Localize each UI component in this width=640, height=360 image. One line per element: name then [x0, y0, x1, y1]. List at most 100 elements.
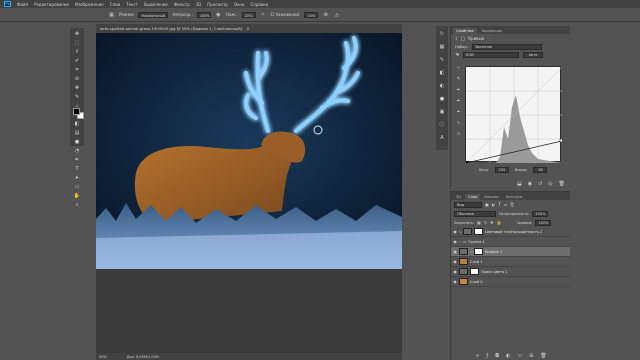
layer-opacity-field[interactable]: 100%: [532, 210, 549, 217]
trash-icon[interactable]: 🗑: [540, 353, 546, 359]
layers-icon[interactable]: ◧: [438, 69, 446, 76]
menu-image[interactable]: Изображение: [75, 2, 104, 7]
reset-icon[interactable]: ↺: [538, 181, 542, 187]
document-tab[interactable]: deer-spotted-animal-grass-1903045.jpg @ …: [96, 24, 402, 33]
shape-tool-icon[interactable]: ▭: [73, 184, 81, 191]
menu-edit[interactable]: Редактирование: [34, 2, 69, 7]
menu-view[interactable]: Просмотр: [207, 2, 228, 7]
black-point-icon[interactable]: ✒: [455, 88, 462, 94]
lock-all-icon[interactable]: 🔒: [497, 220, 502, 225]
tab-3d[interactable]: 3D: [453, 194, 464, 200]
eye-icon[interactable]: ◉: [451, 269, 459, 274]
lock-pixels-icon[interactable]: ▦: [477, 220, 481, 225]
swatches-icon[interactable]: ▦: [438, 43, 446, 50]
preset-select[interactable]: Заказная: [471, 44, 542, 50]
marquee-tool-icon[interactable]: ⬚: [73, 40, 81, 47]
menu-layer[interactable]: Слои: [110, 2, 120, 7]
lock-position-icon[interactable]: ✥: [490, 220, 493, 225]
eye-icon[interactable]: ◉: [451, 239, 459, 244]
trash-icon[interactable]: 🗑: [559, 181, 565, 187]
zoom-level[interactable]: 50%: [99, 355, 107, 359]
auto-button[interactable]: Авто: [523, 52, 544, 58]
hand-tool-icon[interactable]: ✋: [73, 193, 81, 200]
hand-icon[interactable]: ☚: [455, 53, 459, 58]
history-icon[interactable]: ↻: [438, 30, 446, 37]
tab-properties[interactable]: Свойства: [453, 28, 477, 34]
foreground-color-swatch[interactable]: [73, 108, 80, 115]
layer-row[interactable]: ◉ ↳ Цветовой тон/Насыщенность 2: [451, 227, 570, 237]
fill-field[interactable]: 100%: [535, 219, 552, 226]
gradient-tool-icon[interactable]: ▤: [73, 130, 81, 137]
document-image[interactable]: [96, 33, 402, 269]
close-icon[interactable]: ×: [246, 26, 249, 31]
smoothing-field[interactable]: 10%: [304, 11, 319, 18]
layer-row[interactable]: ◉ Слой 1: [451, 257, 570, 267]
menu-type[interactable]: Текст: [126, 2, 138, 7]
layer-row[interactable]: ◉ Поиск цвета 1: [451, 267, 570, 277]
pixel-filter-icon[interactable]: ▣: [485, 202, 489, 207]
lasso-tool-icon[interactable]: ℓ: [73, 49, 81, 56]
view-previous-icon[interactable]: ◉: [528, 181, 532, 187]
new-adjustment-icon[interactable]: ◐: [506, 353, 510, 359]
quick-select-tool-icon[interactable]: ✐: [73, 58, 81, 65]
type-tool-icon[interactable]: T: [73, 166, 81, 173]
input-field[interactable]: 255: [494, 167, 509, 173]
tab-channels[interactable]: Каналы: [481, 194, 501, 200]
pressure-opacity-icon[interactable]: ◉: [215, 11, 222, 18]
point-tool-icon[interactable]: ⌁: [455, 66, 462, 72]
mask-icon[interactable]: ▢: [460, 36, 465, 42]
layer-mask-thumb[interactable]: [473, 248, 483, 255]
eraser-tool-icon[interactable]: ◧: [73, 121, 81, 128]
brush-settings-icon[interactable]: ▦: [108, 11, 115, 18]
angle-icon[interactable]: ◬: [333, 11, 340, 18]
warning-icon[interactable]: ⚠: [455, 132, 462, 138]
link-layers-icon[interactable]: ∞: [475, 353, 479, 359]
layer-mask-thumb[interactable]: [473, 228, 483, 235]
eyedropper-tool-icon[interactable]: ⊘: [73, 76, 81, 83]
adjustments-icon[interactable]: ◐: [438, 82, 446, 89]
zoom-tool-icon[interactable]: ⌕: [73, 202, 81, 209]
menu-filter[interactable]: Фильтр: [174, 2, 190, 7]
add-mask-icon[interactable]: ◘: [495, 353, 499, 359]
shape-filter-icon[interactable]: ▭: [504, 202, 508, 207]
tab-layers[interactable]: Слои: [465, 194, 481, 200]
dodge-tool-icon[interactable]: ◔: [73, 148, 81, 155]
eye-icon[interactable]: ◉: [451, 279, 459, 284]
info-icon[interactable]: ⓘ: [438, 121, 446, 128]
libraries-icon[interactable]: ▣: [438, 108, 446, 115]
menu-3d[interactable]: 3D: [196, 2, 202, 7]
color-icon[interactable]: ●: [438, 95, 446, 102]
character-icon[interactable]: A: [438, 134, 446, 141]
pen-tool-icon[interactable]: ✒: [73, 157, 81, 164]
blur-tool-icon[interactable]: ●: [73, 139, 81, 146]
smooth-icon[interactable]: ∿: [455, 121, 462, 127]
mode-select[interactable]: Нормальный: [138, 11, 169, 18]
flow-field[interactable]: 20%: [241, 11, 256, 18]
layer-row[interactable]: ◉ ∞ Кривые 1: [451, 247, 570, 257]
blend-mode-select[interactable]: Обычные: [454, 210, 496, 217]
kind-filter-select[interactable]: Вид: [454, 201, 482, 208]
healing-tool-icon[interactable]: ✚: [73, 85, 81, 92]
adjustment-filter-icon[interactable]: ◐: [492, 202, 496, 207]
tab-paths[interactable]: Контуры: [503, 194, 525, 200]
output-field[interactable]: 58: [533, 167, 548, 173]
visibility-icon[interactable]: ◎: [548, 181, 552, 187]
menu-help[interactable]: Справка: [250, 2, 268, 7]
lock-paint-icon[interactable]: ✎: [484, 220, 487, 225]
move-tool-icon[interactable]: ✥: [73, 31, 81, 38]
menu-file[interactable]: Файл: [17, 2, 28, 7]
pencil-icon[interactable]: ✎: [455, 77, 462, 83]
menu-select[interactable]: Выделение: [144, 2, 168, 7]
eye-icon[interactable]: ◉: [451, 229, 459, 234]
menu-window[interactable]: Окно: [234, 2, 245, 7]
opacity-field[interactable]: 100%: [196, 11, 211, 18]
layer-row[interactable]: ◉ › ▭ Группа 1: [451, 237, 570, 247]
layer-row[interactable]: ◉ Слой 0: [451, 277, 570, 287]
fx-icon[interactable]: ƒ: [486, 353, 488, 359]
eye-icon[interactable]: ◉: [451, 259, 459, 264]
curves-graph[interactable]: [465, 66, 564, 164]
layer-mask-thumb[interactable]: [470, 268, 479, 275]
brush-tool-icon[interactable]: ✎: [73, 94, 81, 101]
new-group-icon[interactable]: ▭: [517, 353, 522, 359]
clip-to-layer-icon[interactable]: ⬓: [517, 181, 522, 187]
